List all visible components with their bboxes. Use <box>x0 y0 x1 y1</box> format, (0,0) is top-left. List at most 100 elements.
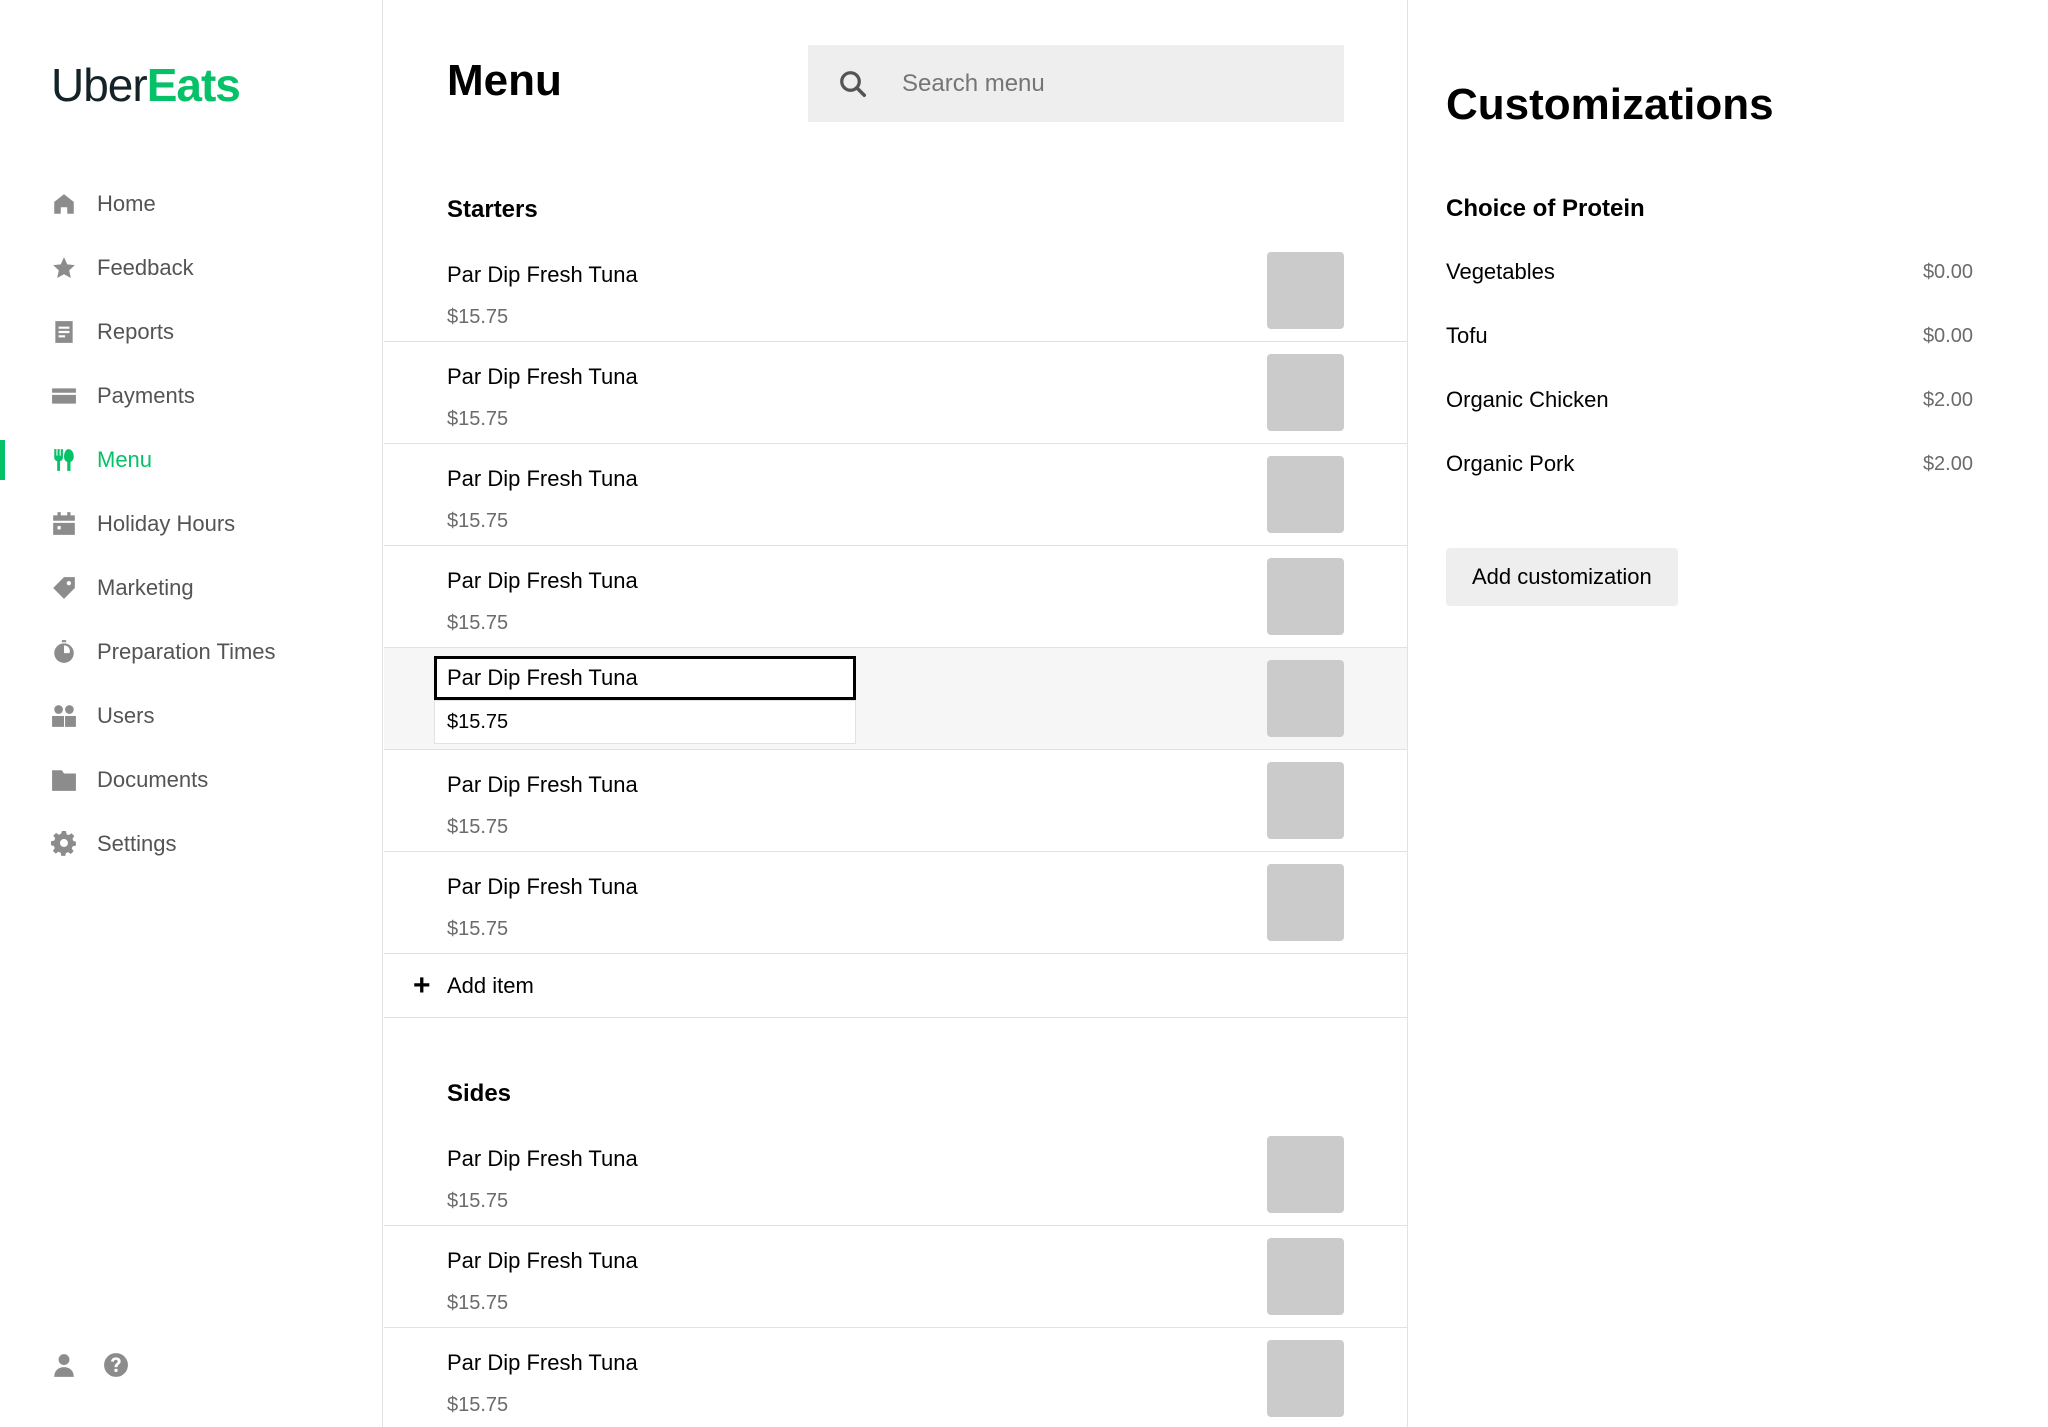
search-input[interactable] <box>902 69 1302 98</box>
sidebar-item-documents[interactable]: Documents <box>0 748 383 812</box>
sidebar-item-label: Settings <box>97 831 177 856</box>
item-name: Par Dip Fresh Tuna <box>447 1350 638 1375</box>
item-image-placeholder[interactable] <box>1267 1340 1344 1417</box>
help-icon[interactable] <box>103 1352 129 1378</box>
menu-item[interactable]: Par Dip Fresh Tuna $15.75 <box>384 546 1407 648</box>
item-image-placeholder[interactable] <box>1267 252 1344 329</box>
item-price: $15.75 <box>447 612 509 634</box>
sidebar-item-label: Documents <box>97 767 209 792</box>
item-price: $15.75 <box>447 1190 509 1212</box>
customization-option[interactable]: Tofu $0.00 <box>1446 304 1973 368</box>
gear-icon <box>51 831 77 857</box>
sidebar-item-label: Payments <box>97 383 195 408</box>
option-price: $0.00 <box>1922 324 1973 347</box>
item-price: $15.75 <box>447 306 509 328</box>
option-price: $2.00 <box>1922 452 1973 475</box>
add-item-button[interactable]: + Add item <box>384 954 1407 1018</box>
menu-item[interactable]: Par Dip Fresh Tuna $15.75 <box>384 444 1407 546</box>
menu-item[interactable]: Par Dip Fresh Tuna $15.75 <box>384 1124 1407 1226</box>
sidebar-item-feedback[interactable]: Feedback <box>0 236 383 300</box>
item-price: $15.75 <box>447 510 509 532</box>
menu-item-editing[interactable] <box>384 648 1407 750</box>
menu-panel: Menu Starters Par Dip Fresh Tuna $15.75 … <box>384 0 1408 1427</box>
item-price: $15.75 <box>447 408 509 430</box>
star-icon <box>51 255 77 281</box>
users-icon <box>51 703 77 729</box>
item-price: $15.75 <box>447 816 509 838</box>
sidebar-item-users[interactable]: Users <box>0 684 383 748</box>
uber-eats-logo[interactable]: UberEats <box>51 58 241 112</box>
item-image-placeholder[interactable] <box>1267 1136 1344 1213</box>
search-bar[interactable] <box>808 45 1344 122</box>
sidebar-footer <box>51 1352 129 1378</box>
item-name: Par Dip Fresh Tuna <box>447 466 638 491</box>
sidebar-item-label: Preparation Times <box>97 639 276 664</box>
menu-item[interactable]: Par Dip Fresh Tuna $15.75 <box>384 342 1407 444</box>
sidebar-item-label: Home <box>97 191 156 216</box>
tag-icon <box>51 575 77 601</box>
section-title-starters: Starters <box>447 196 538 223</box>
sidebar-item-home[interactable]: Home <box>0 172 383 236</box>
item-price: $15.75 <box>447 1394 509 1416</box>
sidebar-item-label: Menu <box>97 447 153 472</box>
item-name: Par Dip Fresh Tuna <box>447 364 638 389</box>
item-image-placeholder[interactable] <box>1267 1238 1344 1315</box>
item-image-placeholder[interactable] <box>1267 864 1344 941</box>
item-image-placeholder[interactable] <box>1267 558 1344 635</box>
option-name: Organic Chicken <box>1446 387 1609 412</box>
sidebar: UberEats Home Feedback Reports Payments … <box>0 0 383 1427</box>
option-name: Tofu <box>1446 323 1488 348</box>
item-name: Par Dip Fresh Tuna <box>447 1146 638 1171</box>
menu-item[interactable]: Par Dip Fresh Tuna $15.75 <box>384 1226 1407 1328</box>
item-image-placeholder[interactable] <box>1267 762 1344 839</box>
menu-item[interactable]: Par Dip Fresh Tuna $15.75 <box>384 750 1407 852</box>
sidebar-item-payments[interactable]: Payments <box>0 364 383 428</box>
option-name: Vegetables <box>1446 259 1555 284</box>
customization-options: Vegetables $0.00 Tofu $0.00 Organic Chic… <box>1446 240 1973 496</box>
customization-option[interactable]: Vegetables $0.00 <box>1446 240 1973 304</box>
sidebar-item-menu[interactable]: Menu <box>0 428 383 492</box>
utensils-icon <box>51 447 77 473</box>
menu-item[interactable]: Par Dip Fresh Tuna $15.75 <box>384 1328 1407 1427</box>
card-icon <box>51 383 77 409</box>
plus-icon: + <box>413 968 431 1002</box>
customization-group-title: Choice of Protein <box>1446 195 1645 222</box>
add-item-label: Add item <box>447 972 534 998</box>
sidebar-item-reports[interactable]: Reports <box>0 300 383 364</box>
customizations-title: Customizations <box>1446 80 1774 129</box>
timer-icon <box>51 639 77 665</box>
logo-eats: Eats <box>146 59 241 111</box>
sides-list: Par Dip Fresh Tuna $15.75 Par Dip Fresh … <box>384 1124 1407 1427</box>
sidebar-item-label: Feedback <box>97 255 194 280</box>
sidebar-item-label: Reports <box>97 319 175 344</box>
logo-uber: Uber <box>51 59 148 111</box>
item-name: Par Dip Fresh Tuna <box>447 568 638 593</box>
add-customization-button[interactable]: Add customization <box>1446 548 1678 606</box>
sidebar-item-holiday-hours[interactable]: Holiday Hours <box>0 492 383 556</box>
sidebar-item-settings[interactable]: Settings <box>0 812 383 876</box>
item-name: Par Dip Fresh Tuna <box>447 1248 638 1273</box>
item-name: Par Dip Fresh Tuna <box>447 772 638 797</box>
customizations-panel: Customizations Choice of Protein Vegetab… <box>1409 0 2048 1427</box>
calendar-icon <box>51 511 77 537</box>
item-price: $15.75 <box>447 1292 509 1314</box>
item-image-placeholder[interactable] <box>1267 660 1344 737</box>
section-title-sides: Sides <box>447 1080 512 1107</box>
starters-list: Par Dip Fresh Tuna $15.75 Par Dip Fresh … <box>384 240 1407 1018</box>
item-name-input[interactable] <box>434 656 856 700</box>
option-price: $2.00 <box>1922 388 1973 411</box>
user-icon[interactable] <box>51 1352 77 1378</box>
item-price-input[interactable] <box>434 700 856 744</box>
item-price: $15.75 <box>447 918 509 940</box>
menu-item[interactable]: Par Dip Fresh Tuna $15.75 <box>384 852 1407 954</box>
home-icon <box>51 191 77 217</box>
sidebar-item-marketing[interactable]: Marketing <box>0 556 383 620</box>
item-image-placeholder[interactable] <box>1267 354 1344 431</box>
menu-item[interactable]: Par Dip Fresh Tuna $15.75 <box>384 240 1407 342</box>
customization-option[interactable]: Organic Chicken $2.00 <box>1446 368 1973 432</box>
customization-option[interactable]: Organic Pork $2.00 <box>1446 432 1973 496</box>
report-icon <box>51 319 77 345</box>
sidebar-item-preparation-times[interactable]: Preparation Times <box>0 620 383 684</box>
sidebar-item-label: Holiday Hours <box>97 511 236 536</box>
item-image-placeholder[interactable] <box>1267 456 1344 533</box>
